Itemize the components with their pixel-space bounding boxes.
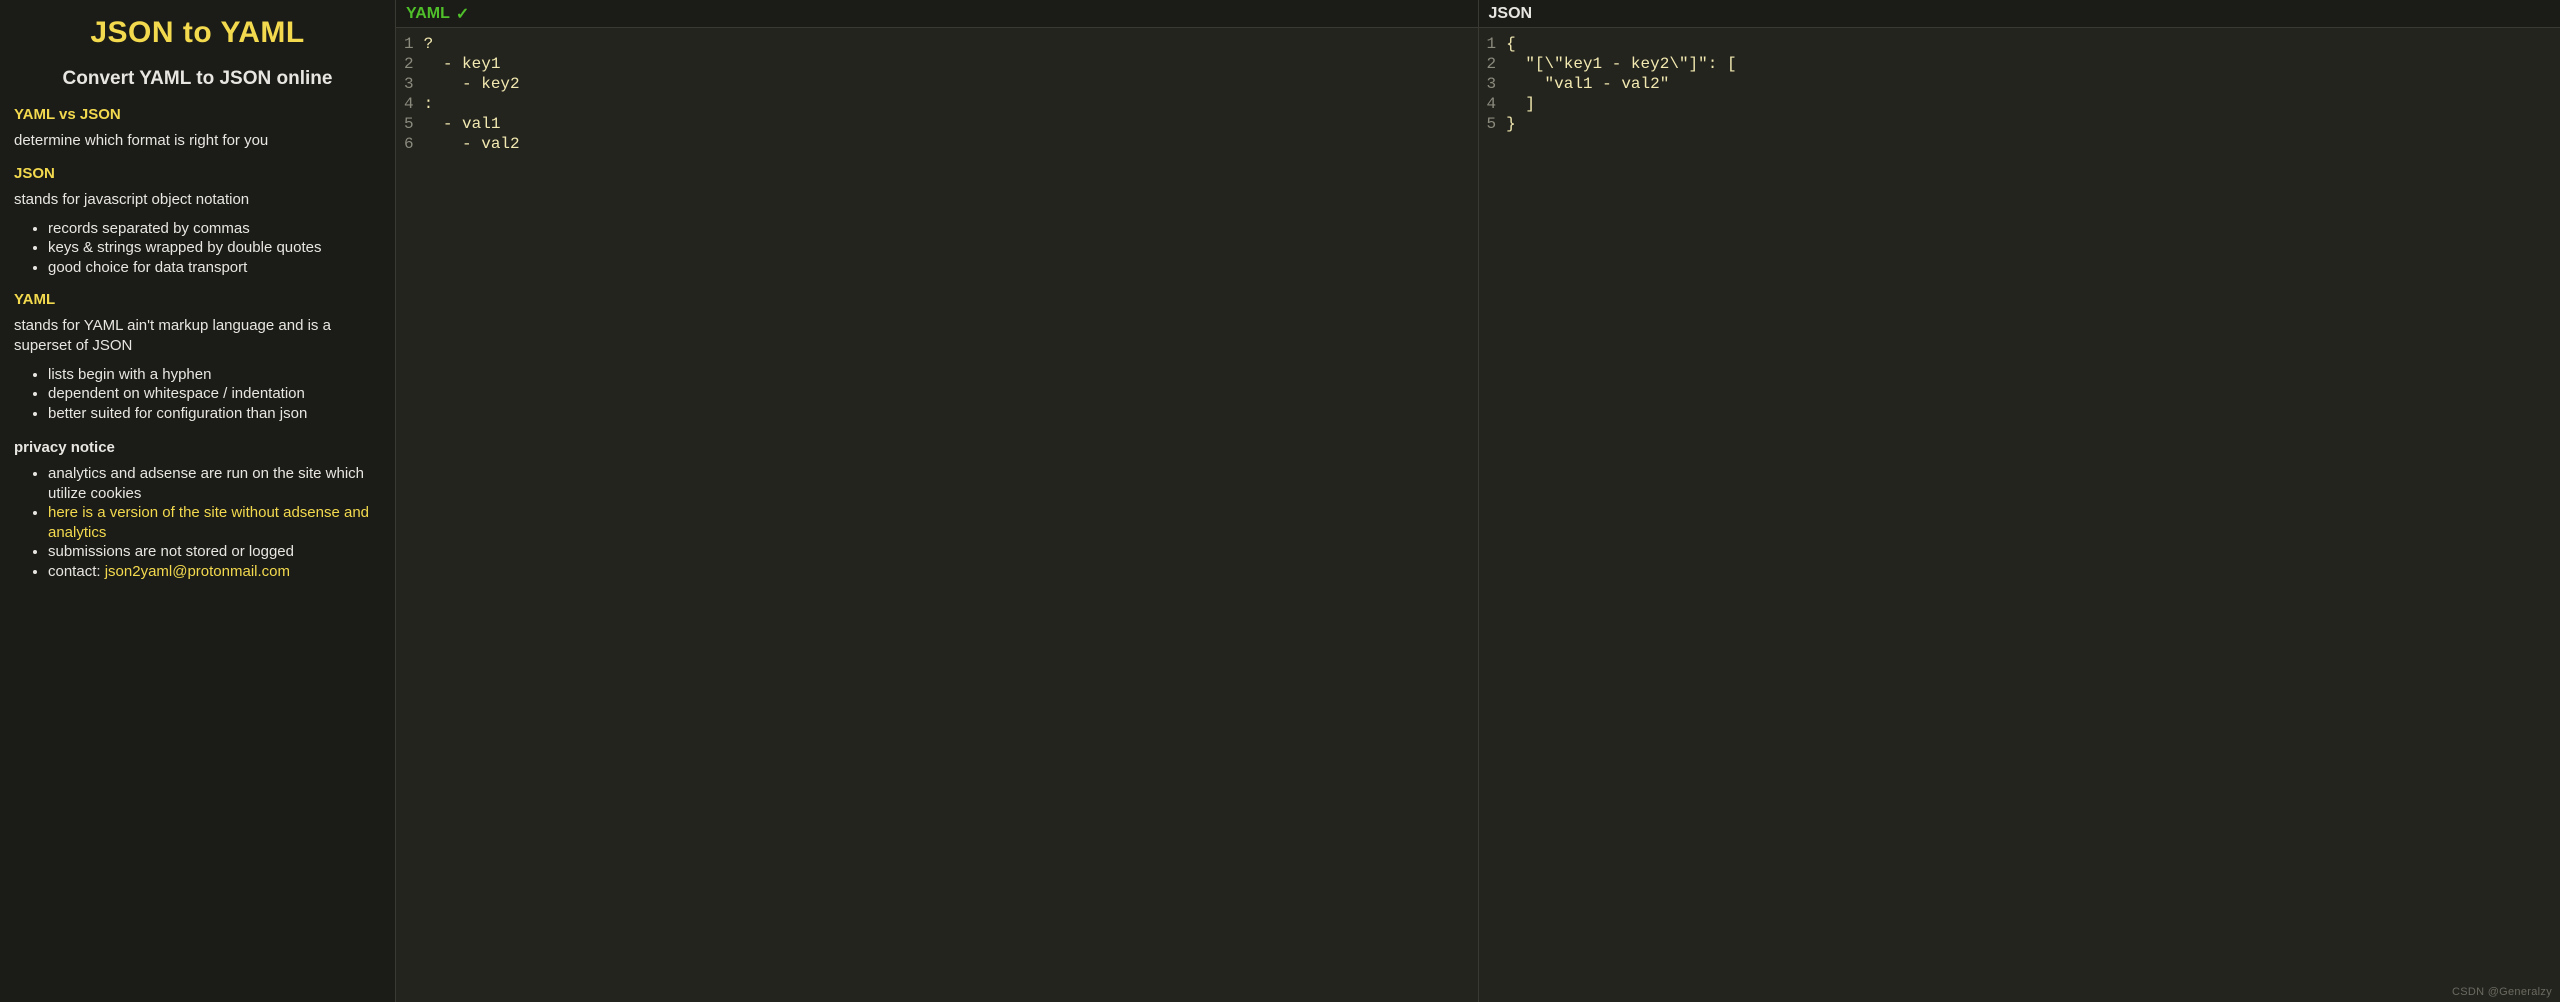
list-item: keys & strings wrapped by double quotes <box>48 238 381 258</box>
yaml-editor[interactable]: 1 2 3 4 5 6 ? - key1 - key2 : - val1 - v… <box>396 28 1478 1002</box>
yaml-bullets: lists begin with a hyphen dependent on w… <box>14 365 381 424</box>
desc-json: stands for javascript object notation <box>14 190 381 210</box>
list-item: records separated by commas <box>48 219 381 239</box>
yaml-code[interactable]: ? - key1 - key2 : - val1 - val2 <box>424 28 1478 1002</box>
check-icon: ✓ <box>456 4 469 24</box>
json-editor[interactable]: 1 2 3 4 5 { "[\"key1 - key2\"]": [ "val1… <box>1479 28 2560 1002</box>
yaml-pane-title: YAML <box>406 5 450 23</box>
json-code[interactable]: { "[\"key1 - key2\"]": [ "val1 - val2" ]… <box>1506 28 2560 1002</box>
list-item: analytics and adsense are run on the sit… <box>48 464 381 503</box>
sidebar: JSON to YAML Convert YAML to JSON online… <box>0 0 395 1002</box>
list-item: better suited for configuration than jso… <box>48 404 381 424</box>
privacy-bullets: analytics and adsense are run on the sit… <box>14 464 381 581</box>
yaml-pane: YAML ✓ 1 2 3 4 5 6 ? - key1 - key2 : - v… <box>395 0 1478 1002</box>
yaml-gutter: 1 2 3 4 5 6 <box>396 28 424 1002</box>
privacy-heading: privacy notice <box>14 439 381 456</box>
yaml-pane-header: YAML ✓ <box>396 0 1478 28</box>
app-root: JSON to YAML Convert YAML to JSON online… <box>0 0 2560 1002</box>
page-subtitle: Convert YAML to JSON online <box>14 68 381 90</box>
link-yaml-vs-json[interactable]: YAML vs JSON <box>14 106 381 123</box>
json-pane: JSON 1 2 3 4 5 { "[\"key1 - key2\"]": [ … <box>1478 0 2560 1002</box>
json-bullets: records separated by commas keys & strin… <box>14 219 381 278</box>
list-item: submissions are not stored or logged <box>48 542 381 562</box>
list-item: good choice for data transport <box>48 258 381 278</box>
contact-label: contact: <box>48 563 105 580</box>
link-json[interactable]: JSON <box>14 165 381 182</box>
list-item: lists begin with a hyphen <box>48 365 381 385</box>
watermark: CSDN @Generalzy <box>2452 986 2552 998</box>
desc-vs: determine which format is right for you <box>14 131 381 151</box>
desc-yaml: stands for YAML ain't markup language an… <box>14 316 381 357</box>
json-gutter: 1 2 3 4 5 <box>1479 28 1507 1002</box>
link-contact-email[interactable]: json2yaml@protonmail.com <box>105 563 290 580</box>
json-pane-title: JSON <box>1489 5 1533 23</box>
json-pane-header: JSON <box>1479 0 2560 28</box>
list-item: here is a version of the site without ad… <box>48 503 381 542</box>
page-title: JSON to YAML <box>14 16 381 50</box>
link-yaml[interactable]: YAML <box>14 291 381 308</box>
list-item: contact: json2yaml@protonmail.com <box>48 562 381 582</box>
link-no-analytics[interactable]: here is a version of the site without ad… <box>48 504 369 541</box>
list-item: dependent on whitespace / indentation <box>48 384 381 404</box>
